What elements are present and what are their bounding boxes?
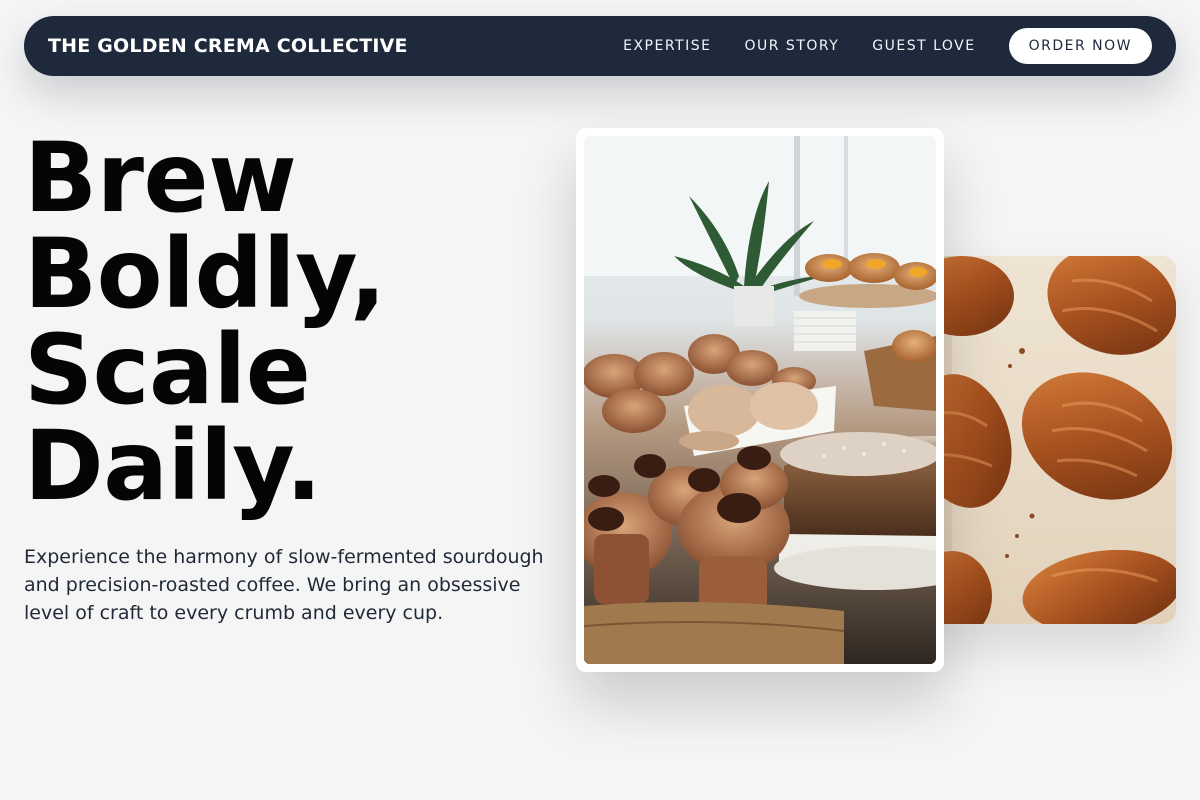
headline-line-1: Brew	[24, 122, 297, 234]
brand-logo[interactable]: THE GOLDEN CREMA COLLECTIVE	[48, 35, 408, 57]
order-now-button[interactable]: ORDER NOW	[1008, 28, 1152, 64]
hero-subtext: Experience the harmony of slow-fermented…	[24, 546, 544, 624]
croissants-photo	[912, 256, 1176, 624]
nav-link-expertise[interactable]: EXPERTISE	[623, 38, 711, 54]
hero-headline: Brew Boldly, Scale Daily.	[24, 130, 544, 514]
top-navbar: THE GOLDEN CREMA COLLECTIVE EXPERTISE OU…	[24, 16, 1176, 76]
nav-link-guest-love[interactable]: GUEST LOVE	[872, 38, 975, 54]
nav-link-our-story[interactable]: OUR STORY	[744, 38, 839, 54]
pastry-display-illustration	[584, 136, 936, 664]
croissants-illustration	[912, 256, 1176, 624]
headline-line-2: Boldly,	[24, 218, 386, 330]
headline-line-4: Daily.	[24, 410, 322, 522]
headline-line-3: Scale	[24, 314, 311, 426]
pastry-display-image	[584, 136, 936, 664]
nav-menu: EXPERTISE OUR STORY GUEST LOVE ORDER NOW	[623, 28, 1152, 64]
pastry-display-photo	[576, 128, 944, 672]
